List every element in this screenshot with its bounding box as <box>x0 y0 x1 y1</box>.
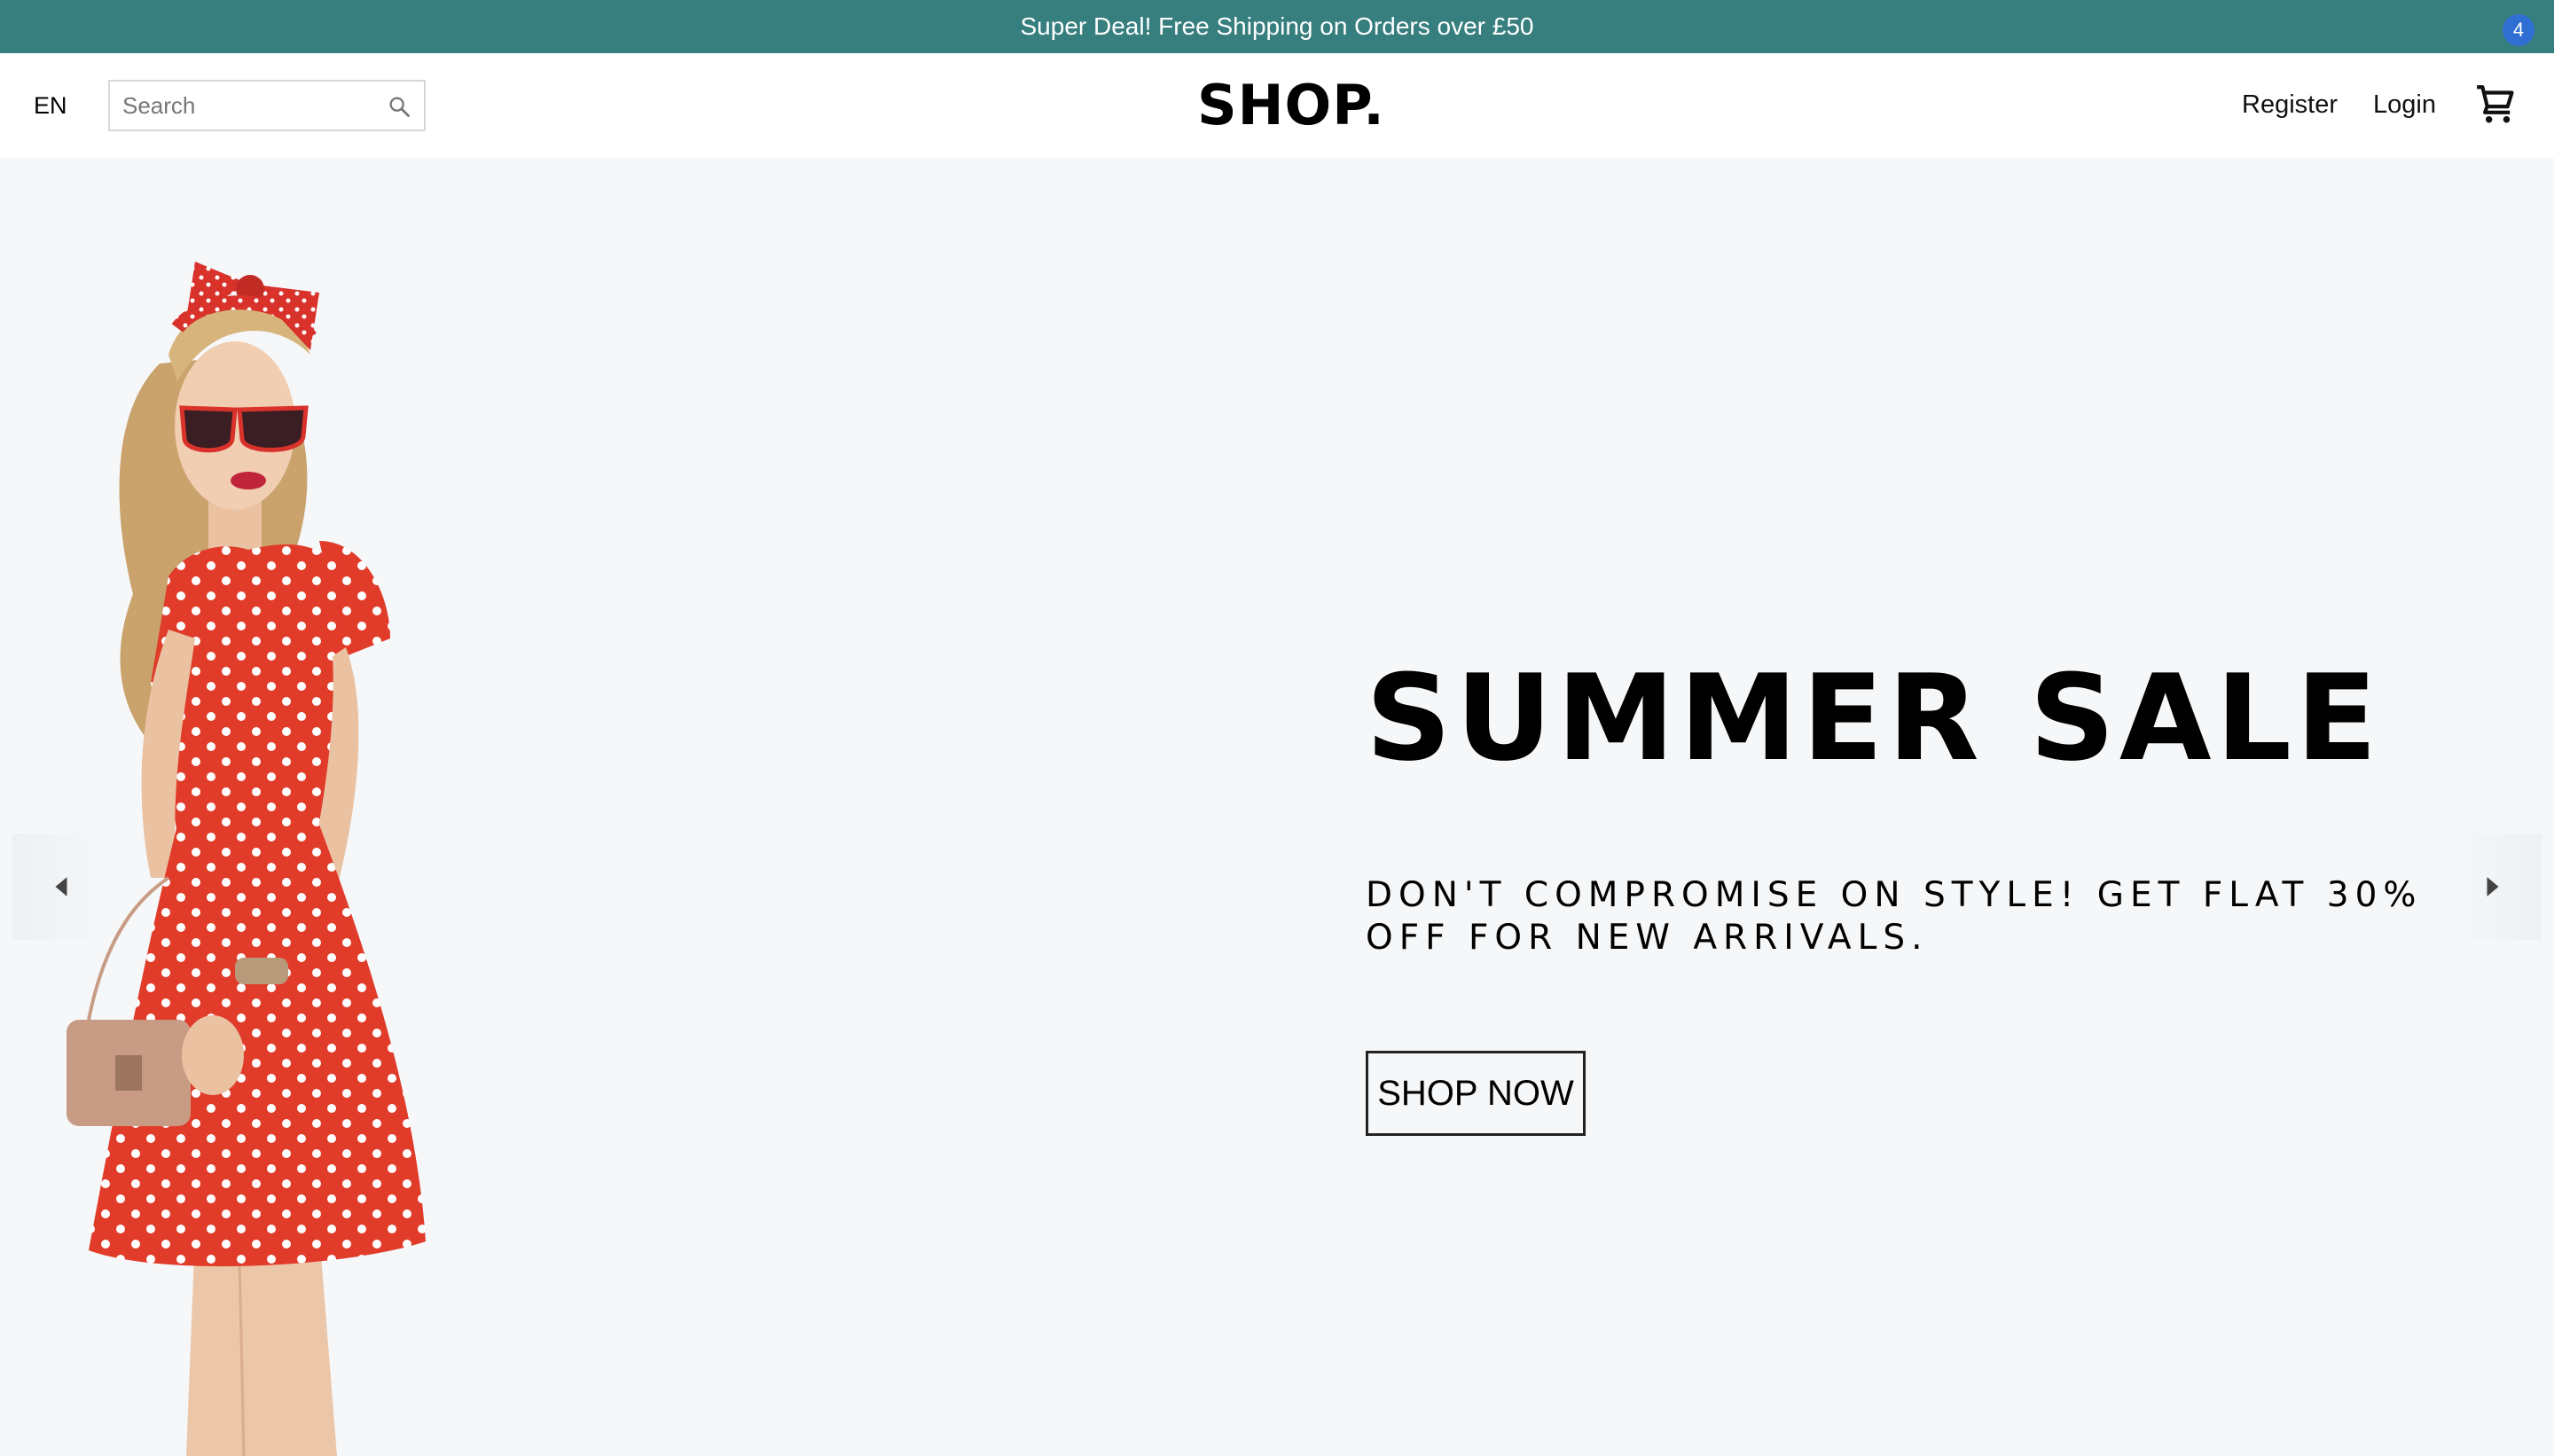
register-link[interactable]: Register <box>2242 87 2338 122</box>
language-selector[interactable]: EN <box>34 90 67 121</box>
search-icon[interactable] <box>387 94 411 119</box>
shop-now-button[interactable]: SHOP NOW <box>1366 1051 1586 1136</box>
search-input[interactable] <box>110 82 367 129</box>
announcement-bar: Super Deal! Free Shipping on Orders over… <box>0 0 2554 53</box>
hero-title: SUMMER SALE <box>1366 649 2382 787</box>
announcement-text: Super Deal! Free Shipping on Orders over… <box>1020 12 1534 40</box>
logo[interactable]: SHOP. <box>1197 74 1384 137</box>
cart-count-badge: 4 <box>2503 14 2534 46</box>
hero-description: DON'T COMPROMISE ON STYLE! GET FLAT 30% … <box>1366 875 2423 958</box>
hero-model-image <box>67 262 426 1456</box>
arrow-right-icon <box>2487 877 2499 896</box>
navbar: EN SHOP. Register Login <box>0 53 2554 158</box>
cart-icon[interactable] <box>2474 82 2519 126</box>
login-link[interactable]: Login <box>2373 87 2436 122</box>
search-container <box>108 80 426 131</box>
